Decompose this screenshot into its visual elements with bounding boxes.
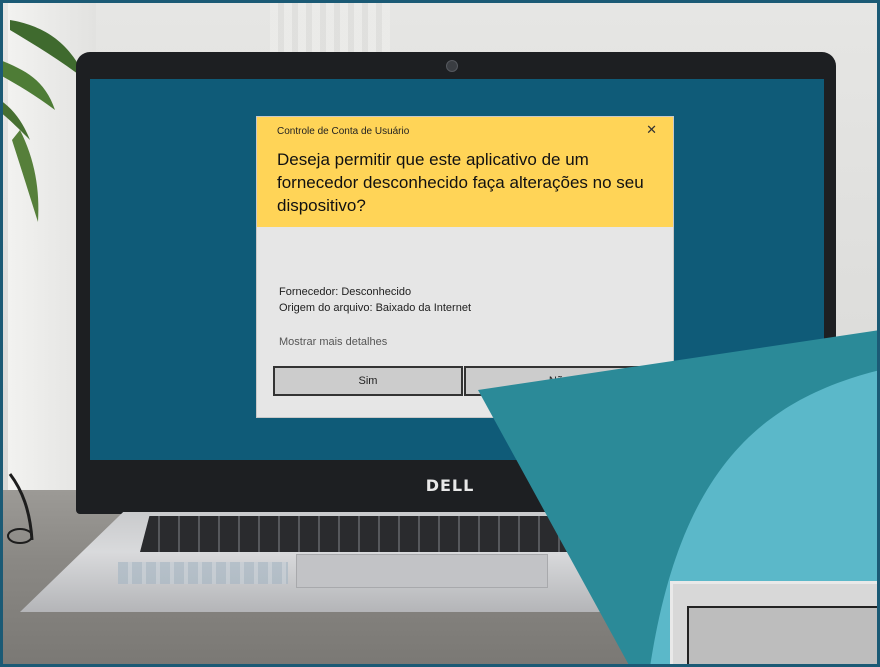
decorative-overlay: [478, 330, 880, 667]
photo-scene: DELL Controle de Conta de Usuário ✕ Dese…: [0, 0, 880, 667]
decorative-window: [670, 581, 880, 667]
decorative-window-panel: [687, 606, 880, 667]
